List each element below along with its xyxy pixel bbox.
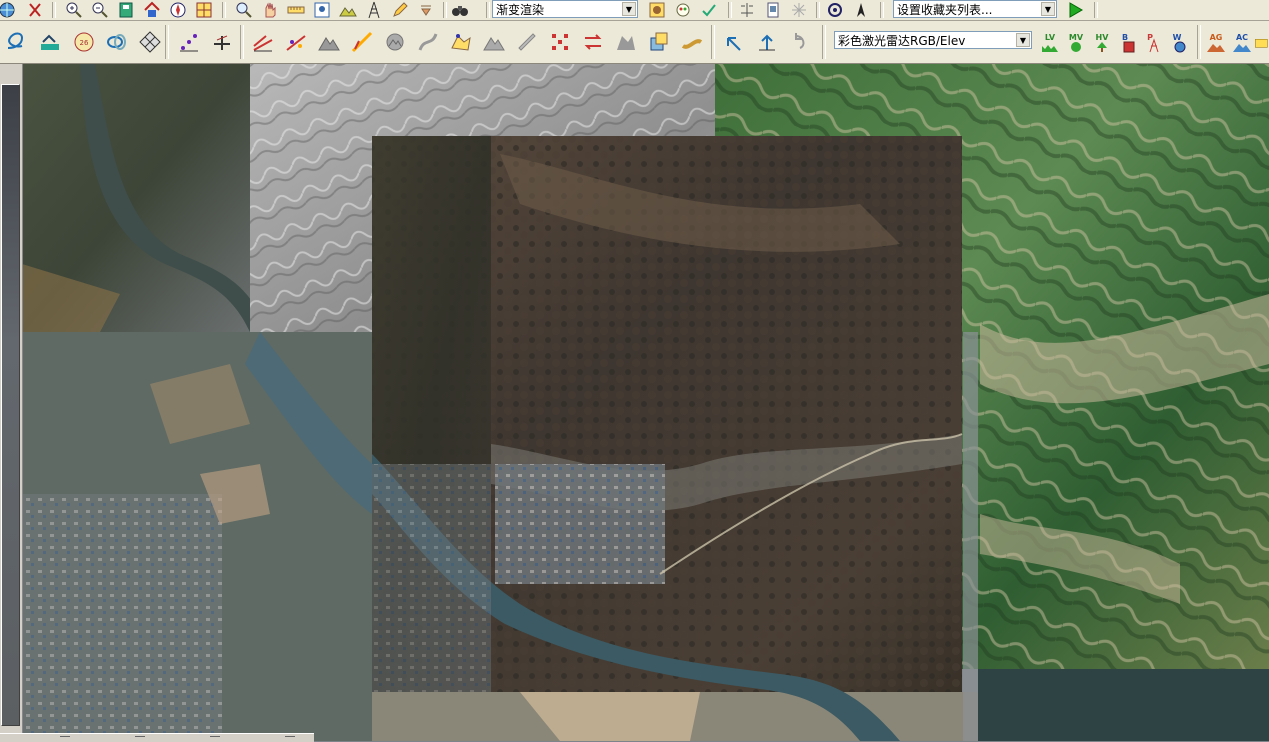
hv-label: HV <box>1096 33 1110 42</box>
tower-icon[interactable] <box>363 1 385 19</box>
zoom-in-icon[interactable] <box>63 1 85 19</box>
water-button[interactable]: W <box>1166 27 1194 57</box>
mv-label: MV <box>1069 33 1084 42</box>
pencil-icon[interactable] <box>389 1 411 19</box>
zoom-out-icon[interactable] <box>89 1 111 19</box>
target-icon[interactable] <box>824 1 846 19</box>
axis-line-icon[interactable] <box>208 27 236 57</box>
arrow-down-icon[interactable] <box>415 1 437 19</box>
hv-button[interactable]: HV <box>1088 27 1116 57</box>
power-button[interactable]: P <box>1140 27 1168 57</box>
paint-icon[interactable] <box>672 1 694 19</box>
ac-button[interactable]: AC <box>1228 27 1256 57</box>
ellipse-select-icon[interactable] <box>103 27 131 57</box>
lidar-mode-select[interactable]: 彩色激光雷达RGB/Elev ▼ <box>834 31 1032 49</box>
arrow-up-left-icon[interactable] <box>720 27 748 57</box>
terrain-block-icon[interactable] <box>612 27 640 57</box>
dropdown-arrow-icon[interactable]: ▼ <box>1041 2 1055 16</box>
ag-button[interactable]: AG <box>1202 27 1230 57</box>
matrix-icon[interactable] <box>546 27 574 57</box>
render-mode-select[interactable]: 渐变渲染 ▼ <box>492 0 638 18</box>
scissors-icon[interactable] <box>24 1 46 19</box>
swirl-icon[interactable] <box>2 27 30 57</box>
binoculars-icon[interactable] <box>449 1 471 19</box>
imagery-tile-bottom-right <box>978 669 1269 741</box>
b-label: B <box>1122 33 1128 42</box>
points-line-icon[interactable] <box>175 27 203 57</box>
w-label: W <box>1173 33 1182 42</box>
ac-label: AC <box>1236 33 1248 42</box>
sparkle-icon[interactable] <box>788 1 810 19</box>
overview-strip[interactable] <box>1 84 20 726</box>
undo-gray-icon[interactable] <box>786 27 814 57</box>
measure-gray-icon[interactable] <box>513 27 541 57</box>
lidar-mode-value: 彩色激光雷达RGB/Elev <box>838 33 966 48</box>
terrain-icon[interactable] <box>337 1 359 19</box>
lidar-toolbar: 26 彩色激光雷达RGB/Elev ▼ LV MV HV B P W AG AC <box>0 21 1269 64</box>
north-arrow-icon[interactable] <box>850 1 872 19</box>
play-icon[interactable] <box>1064 1 1086 19</box>
building-button[interactable]: B <box>1114 27 1142 57</box>
slope-lines-icon[interactable] <box>249 27 277 57</box>
lv-button[interactable]: LV <box>1036 27 1064 57</box>
gear-terrain-icon[interactable] <box>381 27 409 57</box>
terrain-edit-icon[interactable] <box>480 27 508 57</box>
favorites-value: 设置收藏夹列表... <box>897 2 993 17</box>
left-side-panel <box>0 64 23 741</box>
ruler-icon[interactable] <box>285 1 307 19</box>
hand-icon[interactable] <box>259 1 281 19</box>
render-mode-value: 渐变渲染 <box>496 2 545 17</box>
grid-layers-icon[interactable] <box>193 1 215 19</box>
layers-check-icon[interactable] <box>698 1 720 19</box>
arrow-up-icon[interactable] <box>753 27 781 57</box>
imagery-layers <box>0 64 1269 741</box>
contour-points-icon[interactable] <box>282 27 310 57</box>
dropdown-arrow-icon[interactable]: ▼ <box>1016 33 1030 47</box>
query-icon[interactable] <box>311 1 333 19</box>
save-layer-icon[interactable] <box>115 1 137 19</box>
map-viewport[interactable] <box>0 64 1269 741</box>
curve-gray-icon[interactable] <box>414 27 442 57</box>
magnifier-icon[interactable] <box>233 1 255 19</box>
folder-icon[interactable] <box>1254 27 1269 57</box>
road-icon[interactable] <box>678 27 706 57</box>
favorites-select[interactable]: 设置收藏夹列表... ▼ <box>893 0 1057 18</box>
globe-icon[interactable] <box>0 1 18 19</box>
home-icon[interactable] <box>141 1 163 19</box>
profile-tool-icon[interactable] <box>36 27 64 57</box>
grid-select-icon[interactable] <box>136 27 164 57</box>
dropdown-arrow-icon[interactable]: ▼ <box>622 2 636 16</box>
mirror-icon[interactable] <box>736 1 758 19</box>
mv-button[interactable]: MV <box>1062 27 1090 57</box>
ag-label: AG <box>1210 33 1223 42</box>
stack-icon[interactable] <box>645 27 673 57</box>
main-toolbar: 渐变渲染 ▼ 设置收藏夹列表... ▼ <box>0 0 1269 21</box>
p-label: P <box>1147 33 1153 42</box>
polygon-select-icon[interactable] <box>447 27 475 57</box>
svg-text:26: 26 <box>80 39 89 47</box>
document-icon[interactable] <box>762 1 784 19</box>
beam-lines-icon[interactable] <box>348 27 376 57</box>
codes-icon[interactable]: 26 <box>70 27 98 57</box>
lv-label: LV <box>1045 33 1056 42</box>
wand-icon[interactable] <box>646 1 668 19</box>
transfer-icon[interactable] <box>579 27 607 57</box>
compass-icon[interactable] <box>167 1 189 19</box>
terrain-gray-icon[interactable] <box>315 27 343 57</box>
